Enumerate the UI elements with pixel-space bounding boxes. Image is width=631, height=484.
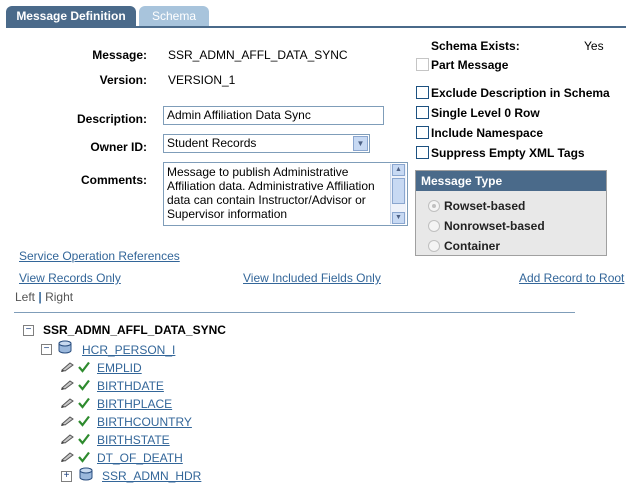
message-type-group: Message Type Rowset-based Nonrowset-base… [415,170,607,256]
collapse-icon[interactable]: − [23,325,34,336]
scroll-up-icon[interactable]: ▲ [392,164,405,176]
single-level-label: Single Level 0 Row [431,106,540,120]
add-record-to-root-link[interactable]: Add Record to Root [519,271,624,285]
tree-record-ssr-admn-hdr[interactable]: SSR_ADMN_HDR [102,469,201,483]
tree-nav-right[interactable]: Right [45,290,73,304]
comments-text: Message to publish Administrative Affili… [167,165,375,221]
tree-field-link[interactable]: BIRTHPLACE [97,397,172,411]
pencil-icon[interactable] [60,416,74,426]
comments-scrollbar[interactable]: ▲ ▼ [390,164,406,224]
part-message-checkbox [416,58,429,71]
suppress-empty-checkbox[interactable] [416,146,429,159]
tab-message-definition[interactable]: Message Definition [6,6,136,26]
pencil-icon[interactable] [60,452,74,462]
version-value: VERSION_1 [168,73,236,87]
scroll-thumb[interactable] [392,178,405,204]
radio-rowset [428,200,440,212]
version-label: Version: [99,73,147,87]
collapse-icon[interactable]: − [41,344,52,355]
checkmark-icon [78,397,90,409]
checkmark-icon [78,451,90,463]
comments-textarea[interactable]: Message to publish Administrative Affili… [163,162,408,226]
comments-label: Comments: [80,173,147,187]
schema-exists-value: Yes [584,39,604,53]
radio-nonrowset [428,220,440,232]
pencil-icon[interactable] [60,362,74,372]
owner-id-select[interactable]: Student Records ▼ [163,134,370,153]
pencil-icon[interactable] [60,380,74,390]
radio-container [428,240,440,252]
tree-nav-left[interactable]: Left [15,290,35,304]
tree-field-link[interactable]: BIRTHDATE [97,379,164,393]
database-icon [58,340,72,354]
message-label: Message: [92,48,147,62]
tree-root: SSR_ADMN_AFFL_DATA_SYNC [43,323,226,337]
radio-container-label: Container [444,239,501,253]
radio-rowset-label: Rowset-based [444,199,526,213]
checkmark-icon [78,379,90,391]
chevron-down-icon[interactable]: ▼ [353,136,368,151]
tree-nav-separator: | [38,290,42,304]
description-input[interactable]: Admin Affiliation Data Sync [163,106,384,125]
single-level-checkbox[interactable] [416,106,429,119]
checkmark-icon [78,415,90,427]
scroll-down-icon[interactable]: ▼ [392,212,405,224]
tree-field-link[interactable]: BIRTHSTATE [97,433,170,447]
tree-nav: Left | Right [15,290,73,304]
description-label: Description: [76,112,147,126]
suppress-empty-label: Suppress Empty XML Tags [431,146,585,160]
tab-schema[interactable]: Schema [139,6,209,26]
database-icon [79,467,93,481]
owner-id-value: Student Records [167,136,257,150]
expand-icon[interactable]: + [61,471,72,482]
tree-record-hcr-person[interactable]: HCR_PERSON_I [82,343,175,357]
schema-exists-label: Schema Exists: [431,39,520,53]
owner-id-label: Owner ID: [90,140,147,154]
tree-field-link[interactable]: DT_OF_DEATH [97,451,183,465]
message-type-title: Message Type [416,171,606,191]
tab-divider [6,26,626,28]
exclude-description-label: Exclude Description in Schema [431,86,610,100]
message-value: SSR_ADMN_AFFL_DATA_SYNC [168,48,348,62]
include-namespace-checkbox[interactable] [416,126,429,139]
part-message-label: Part Message [431,58,509,72]
pencil-icon[interactable] [60,434,74,444]
service-operation-references-link[interactable]: Service Operation References [19,249,180,263]
radio-nonrowset-label: Nonrowset-based [444,219,545,233]
checkmark-icon [78,361,90,373]
include-namespace-label: Include Namespace [431,126,544,140]
view-included-fields-link[interactable]: View Included Fields Only [243,271,381,285]
tree-field-link[interactable]: BIRTHCOUNTRY [97,415,192,429]
pencil-icon[interactable] [60,398,74,408]
view-records-only-link[interactable]: View Records Only [19,271,121,285]
tree-divider [14,312,575,313]
checkmark-icon [78,433,90,445]
tree-field-link[interactable]: EMPLID [97,361,142,375]
exclude-description-checkbox[interactable] [416,86,429,99]
